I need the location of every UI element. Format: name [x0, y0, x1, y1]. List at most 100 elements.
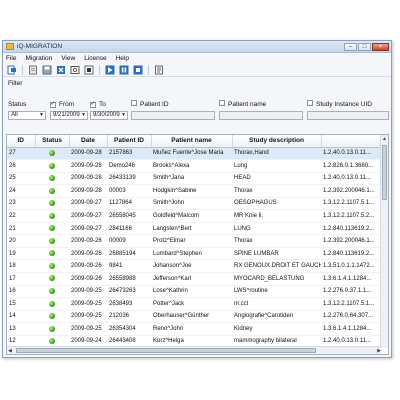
log-icon[interactable] — [154, 65, 164, 75]
close-button[interactable]: × — [372, 42, 389, 51]
cell-status — [35, 247, 69, 261]
cell-study-uid: 1.2.40.0.13.0.11... — [321, 147, 382, 161]
cell-patient-id: 1127864 — [107, 197, 151, 211]
table-row[interactable]: 19 2009-09-26 26885194 Lumbard^Stephen SPINE… — [7, 247, 382, 261]
table-row[interactable]: 21 2009-09-27 2841166 Langsten^Bert LUNG 1.2.… — [7, 222, 382, 236]
table-row[interactable]: 25 2009-09-28 26433139 Smith^Jana HEAD 1.2.40… — [7, 172, 382, 186]
cell-patient-id: 00003 — [107, 184, 151, 198]
save-icon[interactable] — [42, 65, 52, 75]
cell-study-description: Thorax — [232, 234, 321, 248]
cell-status — [35, 297, 69, 311]
cell-patient-name: Langsten^Bert — [151, 222, 232, 236]
table-row[interactable]: 20 2009-09-26 00009 Protz^Elmar Thorax 1.2.39… — [7, 234, 382, 248]
study-uid-checkbox[interactable] — [307, 100, 315, 108]
cell-id: 13 — [7, 322, 35, 336]
table-row[interactable]: 17 2009-09-26 26558988 Jefferson^Karl MYOCAR… — [7, 272, 382, 286]
cell-patient-name: Oberhauser^Günther — [151, 310, 232, 324]
cell-patient-id: 26433139 — [107, 172, 151, 186]
patient-name-input[interactable] — [219, 111, 303, 120]
window-controls: – □ × — [344, 42, 391, 51]
pause-icon[interactable] — [119, 65, 129, 75]
cell-study-uid: 1.2.840.113619.2... — [321, 222, 382, 236]
column-header-date[interactable]: Date — [69, 135, 108, 148]
to-checkbox[interactable]: ✓ — [90, 100, 98, 108]
table-body: 27 2009-09-28 2157863 Muñez Fuente^Jose Mar… — [7, 147, 382, 354]
status-ok-icon — [49, 313, 55, 320]
scroll-up-icon[interactable]: ▲ — [381, 135, 388, 143]
column-header-status[interactable]: Status — [35, 135, 70, 148]
cell-date: 2009-09-26 — [69, 234, 107, 248]
table-header-row: ID Status Date Patient ID Patient name S… — [7, 135, 383, 148]
table-row[interactable]: 22 2009-09-27 26558045 Goldfeld^Malcom MR Kn… — [7, 209, 382, 223]
table-row[interactable]: 23 2009-09-27 1127864 Smith^John OESOPHAGUS 1… — [7, 197, 382, 211]
cell-date: 2009-09-28 — [69, 172, 107, 186]
scroll-left-icon[interactable]: ◀ — [8, 347, 12, 354]
table-row[interactable]: 14 2009-09-25 212036 Oberhauser^Günther Angi… — [7, 310, 382, 324]
title-bar[interactable]: iQ-MIGRATION – □ × — [3, 41, 391, 53]
column-header-patient-name[interactable]: Patient name — [151, 135, 233, 148]
status-ok-icon — [49, 288, 55, 294]
table-row[interactable]: 27 2009-09-28 2157863 Muñez Fuente^Jose Mar… — [7, 147, 382, 161]
cell-patient-name: Reno^John — [151, 322, 232, 336]
cell-patient-id: 00009 — [107, 234, 151, 248]
cell-patient-id: 26354304 — [107, 322, 151, 336]
menu-license[interactable]: License — [84, 55, 106, 62]
from-date-input[interactable]: 9/21/2009 ▼ — [50, 111, 88, 120]
cell-date: 2009-09-27 — [69, 209, 107, 223]
cell-id: 19 — [7, 247, 35, 261]
cell-study-uid: 1.3.12.2.1107.5.1... — [321, 297, 382, 311]
maximize-button[interactable]: □ — [358, 42, 371, 51]
column-header-id[interactable]: ID — [7, 135, 36, 148]
menu-view[interactable]: View — [61, 55, 75, 62]
column-header-study-uid[interactable] — [321, 135, 383, 148]
cell-study-description: OESOPHAGUS — [232, 197, 321, 211]
stop-icon[interactable] — [84, 65, 94, 75]
export-icon[interactable] — [7, 65, 17, 75]
patient-id-input[interactable] — [131, 111, 215, 120]
patient-id-checkbox[interactable] — [131, 100, 139, 108]
cell-date: 2009-09-26 — [69, 247, 107, 261]
scroll-thumb[interactable] — [16, 348, 316, 353]
horizontal-scrollbar[interactable]: ◀ ▶ — [7, 346, 382, 354]
cell-patient-id: 26885194 — [107, 247, 151, 261]
patient-name-checkbox[interactable] — [219, 100, 227, 108]
play-icon[interactable] — [105, 65, 115, 75]
study-uid-input[interactable] — [307, 111, 389, 120]
cell-study-uid: 1.2.840.113619.2... — [321, 247, 382, 261]
table-row[interactable]: 18 2009-09-26 9841 Johanson^Joe RX GENOUX DR… — [7, 259, 382, 273]
cell-patient-name: Johanson^Joe — [151, 259, 232, 273]
settings-icon[interactable] — [70, 65, 80, 75]
status-select[interactable]: All ▼ — [8, 111, 46, 120]
scroll-thumb[interactable] — [382, 145, 387, 200]
table-row[interactable]: 16 2009-09-25 26473263 Lose^Kathrin LWS^rout… — [7, 285, 382, 299]
page-icon[interactable] — [28, 65, 38, 75]
table-row[interactable]: 26 2009-09-28 Demo246 Brooks^Alexa Lung 1.2.8… — [7, 159, 382, 173]
menu-help[interactable]: Help — [116, 55, 129, 62]
menu-file[interactable]: File — [6, 55, 16, 62]
to-date-input[interactable]: 9/30/2009 ▼ — [90, 111, 128, 120]
cell-date: 2009-09-26 — [69, 272, 107, 286]
table-row[interactable]: 24 2009-09-28 00003 Hodgkin^Sabine Thorax 1.2… — [7, 184, 382, 198]
toolbar-separator — [148, 64, 149, 75]
cell-patient-id: 26558045 — [107, 209, 151, 223]
delete-icon[interactable] — [56, 65, 66, 75]
cell-patient-name: Lose^Kathrin — [151, 285, 232, 299]
stop-square-icon[interactable] — [133, 65, 143, 75]
scroll-right-icon[interactable]: ▶ — [377, 347, 381, 354]
cell-study-uid: 1.2.40.0.13.0.11... — [321, 172, 382, 186]
cell-id: 17 — [7, 272, 35, 286]
table-row[interactable]: 13 2009-09-25 26354304 Reno^John Kidney 1.3.6… — [7, 322, 382, 336]
filter-panel: Filter Status ✓ From ✓ To Patient ID Pat… — [3, 77, 391, 127]
from-checkbox[interactable]: ✓ — [50, 100, 58, 108]
column-header-patient-id[interactable]: Patient ID — [107, 135, 152, 148]
minimize-button[interactable]: – — [344, 42, 357, 51]
app-icon — [6, 43, 14, 50]
cell-date: 2009-09-27 — [69, 222, 107, 236]
cell-status — [35, 259, 69, 273]
cell-study-description: LUNG — [232, 222, 321, 236]
column-header-study-description[interactable]: Study description — [232, 135, 322, 148]
cell-date: 2009-09-26 — [69, 259, 107, 273]
table-row[interactable]: 15 2009-09-25 2638493 Potter^Jack nr.cct 1.3.… — [7, 297, 382, 311]
menu-migration[interactable]: Migration — [25, 55, 52, 62]
vertical-scrollbar[interactable]: ▲ — [380, 135, 388, 348]
